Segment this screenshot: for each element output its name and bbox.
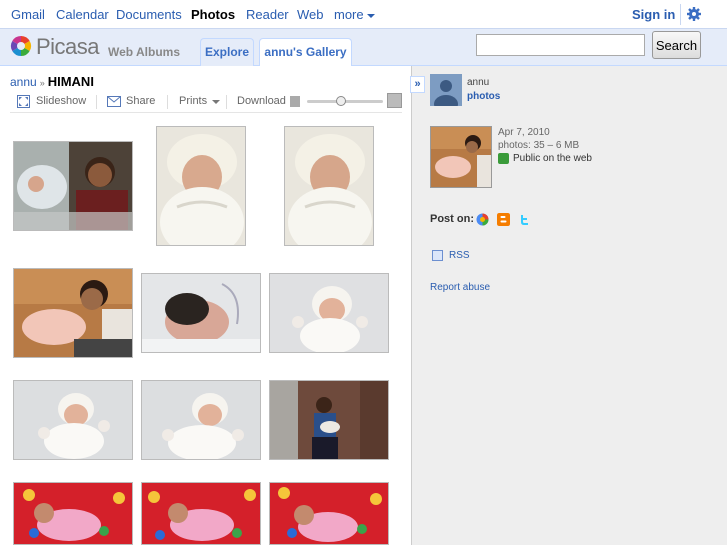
photo-thumbnail[interactable] — [13, 482, 133, 545]
public-globe-icon — [498, 153, 509, 164]
download-button[interactable]: Download — [237, 95, 286, 107]
rss-link[interactable]: RSS — [449, 250, 470, 261]
tab-gallery[interactable]: annu's Gallery — [259, 38, 352, 66]
picasa-logo-text: Picasa — [36, 34, 100, 59]
breadcrumb-separator: » — [39, 78, 45, 88]
album-main: annu» HIMANI Slideshow Share Prints Downl… — [0, 66, 411, 545]
prints-button[interactable]: Prints — [179, 95, 207, 107]
slideshow-icon — [17, 95, 30, 108]
photo-image — [270, 274, 388, 352]
album-date: Apr 7, 2010 — [498, 127, 550, 138]
photo-image — [270, 483, 388, 544]
chevron-down-icon[interactable] — [212, 100, 220, 104]
photo-image — [14, 483, 132, 544]
tab-explore[interactable]: Explore — [200, 38, 254, 66]
photo-thumbnail[interactable] — [13, 380, 133, 460]
album-info-sidebar: » annu photos Apr 7, 2010 photos: 35 – 6… — [410, 66, 727, 545]
photo-image — [157, 127, 245, 245]
nav-calendar[interactable]: Calendar — [56, 7, 109, 22]
rss-icon — [432, 250, 443, 261]
breadcrumb: annu» HIMANI — [10, 74, 94, 89]
slider-handle[interactable] — [336, 96, 347, 106]
user-silhouette-icon — [430, 74, 462, 106]
album-title: HIMANI — [47, 74, 94, 89]
avatar[interactable] — [430, 74, 462, 106]
picasa-logo-icon[interactable] — [10, 35, 32, 57]
gear-icon[interactable] — [686, 6, 702, 22]
search-button[interactable]: Search — [652, 31, 701, 59]
photo-thumbnail[interactable] — [284, 126, 374, 246]
google-top-nav: Gmail Calendar Documents Photos Reader W… — [0, 0, 727, 29]
slideshow-button[interactable]: Slideshow — [36, 95, 86, 107]
owner-name: annu — [467, 77, 490, 88]
photo-thumbnail[interactable] — [13, 141, 133, 231]
nav-more[interactable]: more — [334, 7, 375, 22]
photo-image — [431, 127, 491, 187]
photo-image — [270, 381, 388, 459]
divider — [226, 95, 227, 109]
nav-web[interactable]: Web — [297, 7, 324, 22]
photo-thumbnail[interactable] — [13, 268, 133, 358]
chevron-down-icon — [366, 13, 375, 18]
share-button[interactable]: Share — [126, 95, 155, 107]
nav-documents[interactable]: Documents — [116, 7, 182, 22]
nav-more-label: more — [334, 7, 364, 22]
web-albums-label: Web Albums — [108, 45, 181, 59]
search-input[interactable] — [476, 34, 645, 56]
large-thumbnail-icon[interactable] — [387, 93, 402, 108]
divider — [167, 95, 168, 109]
photo-thumbnail[interactable] — [269, 380, 389, 460]
photo-image — [285, 127, 373, 245]
album-toolbar: Slideshow Share Prints Download — [10, 93, 402, 113]
photo-thumbnail[interactable] — [269, 482, 389, 545]
photo-image — [14, 269, 132, 357]
report-abuse-link[interactable]: Report abuse — [430, 282, 490, 293]
blogger-icon[interactable] — [497, 213, 510, 226]
small-thumbnail-icon[interactable] — [290, 96, 300, 107]
album-visibility: Public on the web — [513, 153, 592, 164]
divider — [680, 4, 681, 25]
collapse-sidebar-button[interactable]: » — [410, 76, 425, 93]
album-photo-count: photos: 35 – 6 MB — [498, 140, 580, 151]
post-on-label: Post on: — [430, 213, 474, 225]
owner-photos-link[interactable]: photos — [467, 91, 500, 102]
breadcrumb-user-link[interactable]: annu — [10, 75, 37, 89]
photo-thumbnail[interactable] — [141, 273, 261, 353]
sign-in-link[interactable]: Sign in — [632, 7, 675, 22]
photo-image — [142, 274, 260, 352]
nav-gmail[interactable]: Gmail — [11, 7, 45, 22]
envelope-icon — [107, 96, 121, 107]
photo-image — [14, 381, 132, 459]
twitter-icon[interactable] — [518, 213, 531, 226]
photo-image — [142, 381, 260, 459]
album-cover[interactable] — [430, 126, 492, 188]
photo-thumbnail[interactable] — [269, 273, 389, 353]
photo-thumbnail[interactable] — [141, 380, 261, 460]
photo-thumbnail[interactable] — [141, 482, 261, 545]
photo-image — [14, 142, 132, 230]
photo-image — [142, 483, 260, 544]
picasa-header: Picasa Web Albums Explore annu's Gallery… — [0, 29, 727, 66]
nav-photos[interactable]: Photos — [191, 7, 235, 22]
google-buzz-icon[interactable] — [476, 213, 489, 226]
photo-thumbnail[interactable] — [156, 126, 246, 246]
nav-reader[interactable]: Reader — [246, 7, 289, 22]
divider — [96, 95, 97, 109]
